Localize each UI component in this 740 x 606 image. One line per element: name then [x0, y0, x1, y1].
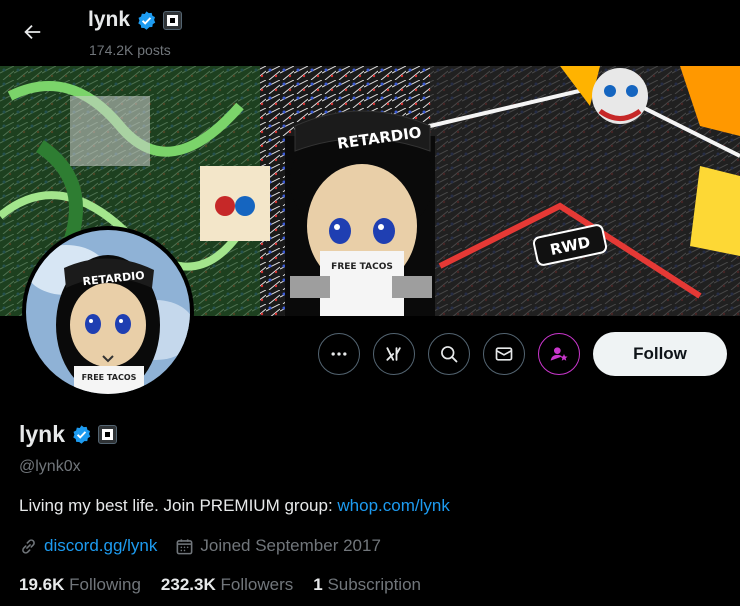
- header-title-row: lynk: [88, 8, 183, 32]
- profile-name: lynk: [19, 421, 66, 447]
- more-icon: [331, 352, 347, 356]
- header-posts-count: 174.2K posts: [89, 42, 171, 58]
- grok-icon: [386, 347, 401, 361]
- more-button[interactable]: [318, 333, 360, 375]
- follow-button[interactable]: Follow: [593, 332, 727, 376]
- website-link[interactable]: discord.gg/lynk: [44, 536, 157, 556]
- website-item: discord.gg/lynk: [19, 536, 157, 556]
- bio-text: Living my best life. Join PREMIUM group:: [19, 496, 338, 515]
- subscriptions-stat[interactable]: 1 Subscription: [313, 575, 421, 595]
- link-icon: [22, 538, 35, 554]
- profile-actions: Follow: [0, 332, 740, 376]
- followers-count: 232.3K: [160, 575, 216, 594]
- grok-button[interactable]: [373, 333, 415, 375]
- subscriptions-label: Subscription: [327, 575, 421, 594]
- followers-stat[interactable]: 232.3K Followers: [161, 575, 293, 595]
- message-button[interactable]: [483, 333, 525, 375]
- following-label: Following: [69, 575, 141, 594]
- verified-badge-icon[interactable]: [136, 10, 157, 31]
- following-count: 19.6K: [19, 575, 65, 594]
- affiliate-badge[interactable]: [163, 10, 183, 30]
- subscribe-icon: [550, 347, 568, 361]
- subscribe-button[interactable]: [538, 333, 580, 375]
- profile-meta: discord.gg/lynk Joined September 2017: [19, 536, 399, 556]
- banner-shirt-text: FREE TACOS: [331, 262, 393, 272]
- header-name: lynk: [88, 8, 131, 31]
- subscriptions-count: 1: [313, 575, 323, 594]
- search-icon: [441, 346, 458, 363]
- profile-bio: Living my best life. Join PREMIUM group:…: [19, 496, 450, 516]
- affiliate-logo-icon: [167, 14, 179, 26]
- back-button[interactable]: [14, 14, 50, 50]
- bio-link[interactable]: whop.com/lynk: [337, 496, 449, 515]
- message-icon: [495, 347, 513, 361]
- joined-date: Joined September 2017: [200, 536, 381, 555]
- calendar-icon: [176, 538, 193, 554]
- top-bar: lynk 174.2K posts: [0, 0, 740, 66]
- profile-handle: @lynk0x: [19, 458, 81, 475]
- joined-item: Joined September 2017: [175, 536, 381, 556]
- back-arrow-icon: [24, 24, 41, 40]
- profile-stats: 19.6K Following 232.3K Followers 1 Subsc…: [19, 575, 441, 595]
- following-stat[interactable]: 19.6K Following: [19, 575, 141, 595]
- affiliate-logo-icon: [102, 429, 114, 440]
- followers-label: Followers: [220, 575, 294, 594]
- verified-badge-icon[interactable]: [71, 424, 92, 445]
- search-button[interactable]: [428, 333, 470, 375]
- affiliate-badge[interactable]: [98, 425, 118, 444]
- profile-name-row: lynk: [19, 421, 118, 448]
